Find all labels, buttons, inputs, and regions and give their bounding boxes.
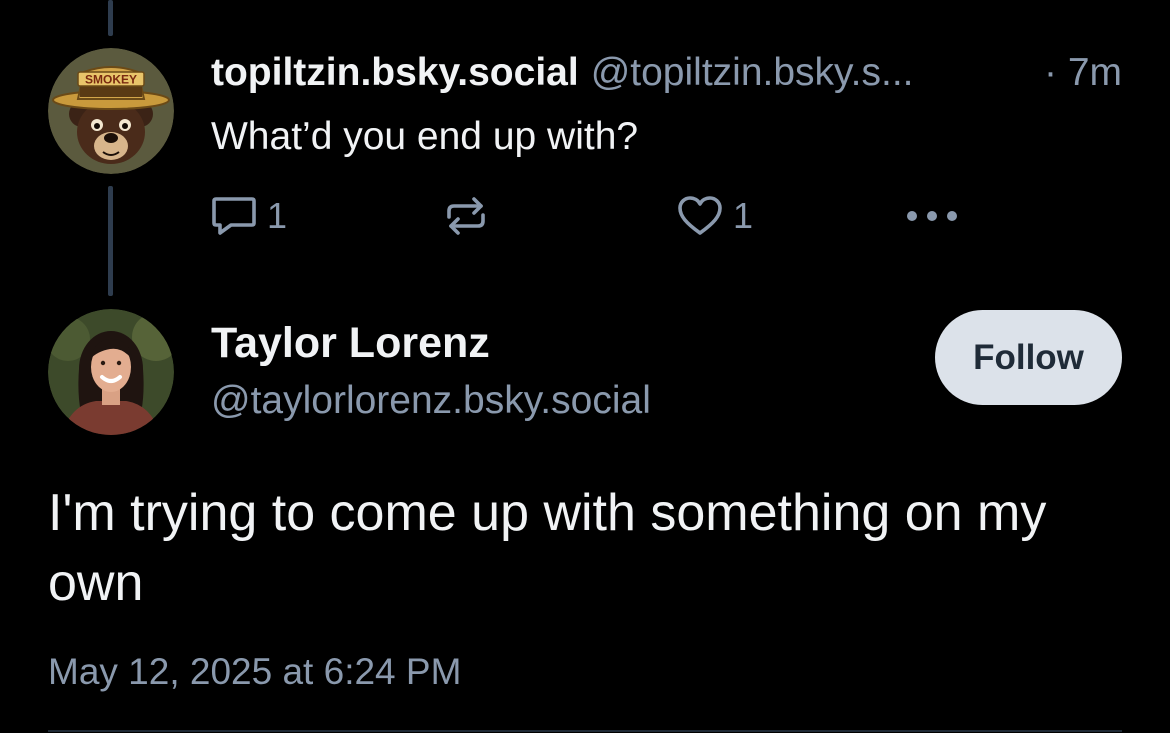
repost-arrows-icon <box>447 197 485 235</box>
main-post-text: I'm trying to come up with something on … <box>48 484 1047 612</box>
parent-post-text: What’d you end up with? <box>211 115 639 158</box>
main-post-display-name[interactable]: Taylor Lorenz <box>211 318 490 368</box>
profile-photo-avatar-image <box>48 309 174 435</box>
parent-post-actions: 1 1 <box>211 193 961 239</box>
speech-bubble-icon <box>212 197 256 235</box>
smokey-hat-label: SMOKEY <box>85 73 137 87</box>
reply-button[interactable]: 1 <box>211 193 287 239</box>
main-post-handle[interactable]: @taylorlorenz.bsky.social <box>211 378 651 424</box>
heart-icon <box>678 196 722 235</box>
parent-post-time[interactable]: · 7m <box>1044 50 1122 96</box>
parent-post-display-name[interactable]: topiltzin.bsky.social <box>211 50 579 96</box>
parent-post-header: topiltzin.bsky.social @topiltzin.bsky.s.… <box>211 50 914 96</box>
divider <box>48 730 1122 732</box>
more-options-button[interactable] <box>905 193 959 239</box>
repost-button[interactable] <box>443 193 489 239</box>
post-thread-view: SMOKEY topiltzin.bsky.social @topiltzin.… <box>0 0 1170 733</box>
main-post-avatar[interactable] <box>48 309 174 435</box>
ellipsis-icon <box>907 211 957 221</box>
smokey-bear-avatar-image: SMOKEY <box>48 48 174 174</box>
reply-count: 1 <box>267 195 288 236</box>
follow-button[interactable]: Follow <box>935 310 1122 405</box>
main-post-timestamp: May 12, 2025 at 6:24 PM <box>48 651 462 692</box>
like-button[interactable]: 1 <box>677 193 753 239</box>
parent-post-avatar[interactable]: SMOKEY <box>48 48 174 174</box>
like-count: 1 <box>733 195 754 236</box>
thread-line-connector <box>108 186 113 296</box>
thread-line-top <box>108 0 113 36</box>
parent-post-handle[interactable]: @topiltzin.bsky.s... <box>591 50 914 96</box>
